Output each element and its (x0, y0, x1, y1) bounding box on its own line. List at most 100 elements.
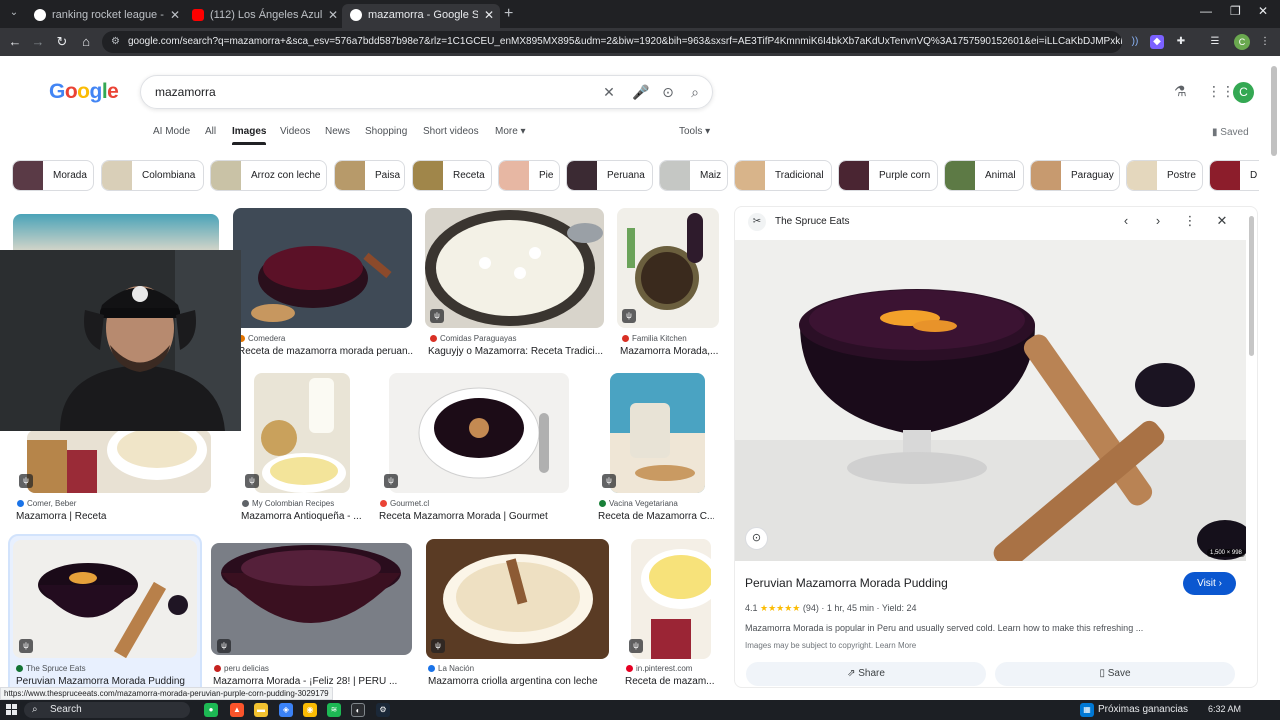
result-image[interactable] (27, 430, 211, 493)
close-panel-icon[interactable]: ✕ (1214, 213, 1230, 229)
tools-button[interactable]: Tools ▾ (679, 126, 710, 137)
site-info-icon[interactable]: ⚙ (111, 31, 120, 53)
result-source[interactable]: Comedera (238, 334, 285, 343)
search-inside-image-icon[interactable]: ⊙ (745, 527, 768, 550)
extension-shield-icon[interactable]: ◆ (1150, 35, 1164, 49)
window-close-icon[interactable]: ✕ (1258, 4, 1268, 18)
result-source[interactable]: in.pinterest.com (626, 664, 692, 673)
chip-pie[interactable]: Pie (498, 160, 560, 191)
result-source[interactable]: La Nación (428, 664, 474, 673)
result-source[interactable]: Comer, Beber (17, 499, 76, 508)
xbox-icon[interactable]: ● (204, 703, 218, 717)
tab-close-icon[interactable]: ✕ (328, 4, 338, 26)
apps-grid-icon[interactable]: ⋮⋮ (1207, 83, 1235, 100)
more-options-icon[interactable]: ⋮ (1182, 213, 1198, 229)
tab-mazamorra[interactable]: mazamorra - Google Search ✕ (342, 4, 500, 28)
learn-more-link[interactable]: Learn More (875, 641, 916, 650)
tab-short-videos[interactable]: Short videos (423, 126, 479, 137)
panel-scrollbar[interactable] (1249, 216, 1254, 356)
search-input[interactable]: mazamorra (155, 85, 216, 99)
result-source[interactable]: Gourmet.cl (380, 499, 429, 508)
next-image-icon[interactable]: › (1150, 213, 1166, 228)
result-title[interactable]: Receta de mazamorra morada peruan... (238, 346, 414, 357)
chip-tradicional[interactable]: Tradicional (734, 160, 832, 191)
chip-postre[interactable]: Postre (1126, 160, 1203, 191)
result-source[interactable]: peru delicias (214, 664, 269, 673)
account-avatar[interactable]: C (1233, 82, 1254, 103)
result-title[interactable]: Mazamorra Morada - ¡Feliz 28! | PERU ... (213, 676, 413, 687)
obs-icon[interactable]: ◐ (351, 703, 365, 717)
tab-images[interactable]: Images (232, 126, 267, 145)
tab-ai-mode[interactable]: AI Mode (153, 126, 190, 137)
result-image[interactable] (389, 373, 569, 493)
share-button[interactable]: ⇗ Share (746, 662, 986, 686)
tab-more[interactable]: More ▾ (495, 126, 526, 137)
file-explorer-icon[interactable]: ▬ (254, 703, 268, 717)
panel-source[interactable]: The Spruce Eats (775, 216, 849, 227)
search-box[interactable]: mazamorra ✕ 🎤 ⊙ ⌕ (140, 75, 713, 109)
chip-colombiana[interactable]: Colombiana (101, 160, 204, 191)
minimize-icon[interactable]: — (1200, 4, 1212, 18)
result-source[interactable]: Vacina Vegetariana (599, 499, 678, 508)
labs-flask-icon[interactable]: ⚗ (1174, 83, 1187, 100)
result-title[interactable]: Mazamorra | Receta (16, 511, 216, 522)
result-image[interactable] (610, 373, 705, 493)
search-icon[interactable]: ⌕ (686, 83, 704, 101)
chip-paisa[interactable]: Paisa (334, 160, 405, 191)
result-image[interactable] (425, 208, 604, 328)
result-title[interactable]: Kaguyjy o Mazamorra: Receta Tradici... (428, 346, 604, 357)
home-icon[interactable]: ⌂ (78, 34, 94, 50)
chip-receta[interactable]: Receta (412, 160, 492, 191)
lens-icon[interactable]: ⊙ (659, 83, 677, 101)
result-image[interactable] (211, 543, 412, 655)
page-scrollbar[interactable] (1271, 66, 1277, 156)
chip-animal[interactable]: Animal (944, 160, 1024, 191)
app-icon[interactable]: ◈ (279, 703, 293, 717)
result-title[interactable]: Mazamorra Antioqueña - ... (241, 511, 361, 522)
result-source[interactable]: Comidas Paraguayas (430, 334, 516, 343)
steam-icon[interactable]: ⚙ (376, 703, 390, 717)
saved-link[interactable]: ▮ Saved (1212, 127, 1249, 138)
taskbar-news[interactable]: Próximas ganancias (1098, 704, 1188, 715)
restore-icon[interactable]: ❐ (1230, 4, 1241, 18)
chip-morada[interactable]: Morada (12, 160, 94, 191)
tab-close-icon[interactable]: ✕ (484, 4, 494, 26)
tab-all[interactable]: All (205, 126, 216, 137)
chip-purple-corn[interactable]: Purple corn (838, 160, 938, 191)
new-tab-button[interactable]: + (504, 4, 513, 24)
taskbar-search[interactable]: ⌕ Search (24, 702, 190, 718)
back-icon[interactable]: ← (7, 34, 23, 50)
tab-ranking[interactable]: ranking rocket league - Google S ✕ (26, 4, 186, 26)
chip-paraguay[interactable]: Paraguay (1030, 160, 1120, 191)
chrome-profile-avatar[interactable]: C (1234, 34, 1250, 50)
result-title[interactable]: Receta de Mazamorra C... (598, 511, 714, 522)
chip-d[interactable]: D (1209, 160, 1259, 191)
result-image[interactable] (631, 539, 711, 659)
chip-maiz[interactable]: Maiz (659, 160, 728, 191)
address-bar[interactable]: ⚙ google.com/search?q=mazamorra+&sca_esv… (102, 31, 1122, 53)
tab-close-icon[interactable]: ✕ (170, 4, 180, 26)
chip-peruana[interactable]: Peruana (566, 160, 653, 191)
result-title[interactable]: Mazamorra criolla argentina con leche (428, 676, 618, 687)
chip-arroz-con-leche[interactable]: Arroz con leche (210, 160, 327, 191)
tab-news[interactable]: News (325, 126, 350, 137)
tab-videos[interactable]: Videos (280, 126, 310, 137)
save-button[interactable]: ▯ Save (995, 662, 1235, 686)
news-widget-icon[interactable]: ▦ (1080, 703, 1094, 717)
result-title[interactable]: Peruvian Mazamorra Morada Pudding (16, 676, 198, 687)
tab-shopping[interactable]: Shopping (365, 126, 407, 137)
reading-list-icon[interactable]: ☰ (1208, 35, 1222, 49)
result-source[interactable]: My Colombian Recipes (242, 499, 334, 508)
result-image[interactable] (233, 208, 412, 328)
previous-image-icon[interactable]: ‹ (1118, 213, 1134, 228)
taskbar-clock[interactable]: 6:32 AM (1208, 704, 1241, 714)
result-image[interactable] (426, 539, 609, 659)
result-image[interactable] (254, 373, 350, 493)
result-title[interactable]: Mazamorra Morada,... (620, 346, 719, 357)
preview-image[interactable] (735, 240, 1246, 561)
visit-button[interactable]: Visit › (1183, 572, 1236, 595)
result-title[interactable]: Receta de mazam... (625, 676, 720, 687)
reload-icon[interactable]: ↻ (54, 34, 70, 50)
brave-icon[interactable]: ▲ (230, 703, 244, 717)
spotify-icon[interactable]: ≋ (327, 703, 341, 717)
